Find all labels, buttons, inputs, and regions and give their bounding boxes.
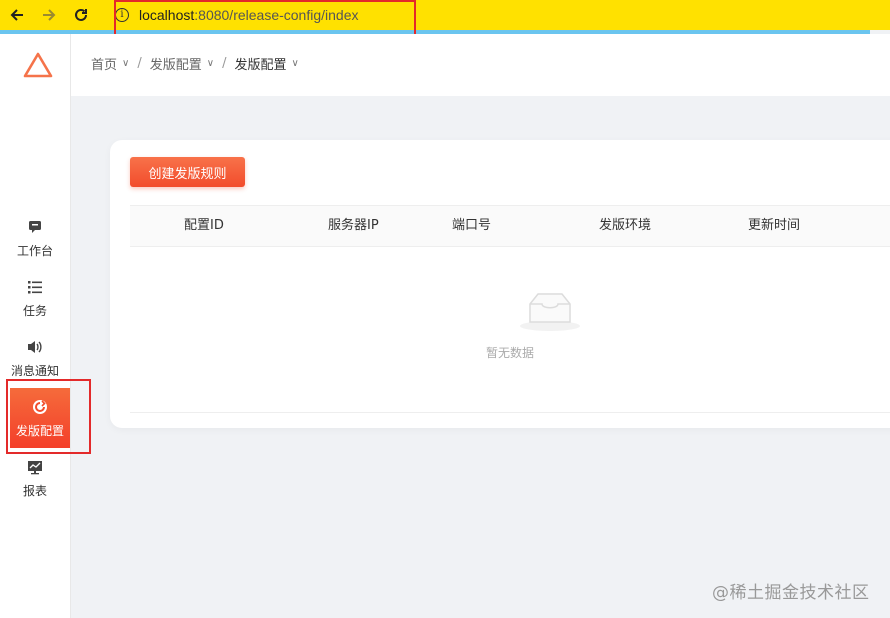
sidebar-item-tasks[interactable]: 任务 (0, 270, 70, 326)
back-icon[interactable] (6, 4, 28, 26)
sidebar-item-label: 任务 (22, 303, 47, 318)
column-header-update-time[interactable]: 更新时间 (748, 206, 800, 246)
column-header-port[interactable]: 端口号 (452, 206, 491, 246)
column-header-environment[interactable]: 发版环境 (599, 206, 651, 246)
header: 首页 ∨ / 发版配置 ∨ / 发版配置 ∨ (71, 34, 890, 96)
sidebar-item-label: 工作台 (16, 243, 53, 258)
empty-inbox-icon (520, 293, 580, 331)
sidebar-item-label: 报表 (22, 483, 47, 498)
column-header-config-id[interactable]: 配置ID (184, 206, 224, 246)
sidebar: 工作台 任务 消息通知 发版配置 报表 (0, 34, 71, 618)
breadcrumb: 首页 ∨ / 发版配置 ∨ / 发版配置 ∨ (91, 54, 299, 73)
reload-icon[interactable] (70, 4, 92, 26)
sidebar-item-label: 消息通知 (10, 363, 59, 378)
chat-icon (26, 218, 44, 236)
create-release-rule-button[interactable]: 创建发版规则 (130, 157, 245, 187)
breadcrumb-separator: / (137, 56, 142, 71)
logo-triangle-icon[interactable] (22, 50, 54, 80)
forward-icon[interactable] (38, 4, 60, 26)
content-card: 创建发版规则 配置ID 服务器IP 端口号 发版环境 更新时间 暂无数据 (110, 140, 890, 428)
chart-icon (26, 458, 44, 476)
breadcrumb-separator: / (222, 56, 227, 71)
breadcrumb-current[interactable]: 发版配置 ∨ (234, 54, 298, 73)
url-highlight-box (114, 0, 416, 38)
table-header: 配置ID 服务器IP 端口号 发版环境 更新时间 (130, 205, 890, 247)
table-body-empty (130, 246, 890, 413)
breadcrumb-home[interactable]: 首页 ∨ (91, 54, 129, 73)
breadcrumb-release-config[interactable]: 发版配置 ∨ (150, 54, 214, 73)
chevron-down-icon: ∨ (291, 58, 299, 69)
chevron-down-icon: ∨ (206, 58, 215, 69)
menu-highlight-box (6, 379, 91, 454)
sidebar-item-notifications[interactable]: 消息通知 (0, 330, 70, 386)
watermark: @稀土掘金技术社区 (712, 583, 870, 603)
sidebar-item-workbench[interactable]: 工作台 (0, 210, 70, 266)
speaker-icon (26, 338, 44, 356)
chevron-down-icon: ∨ (122, 58, 130, 69)
list-icon (26, 278, 44, 296)
sidebar-item-reports[interactable]: 报表 (0, 450, 70, 506)
column-header-server-ip[interactable]: 服务器IP (328, 206, 379, 246)
empty-text: 暂无数据 (485, 346, 534, 360)
